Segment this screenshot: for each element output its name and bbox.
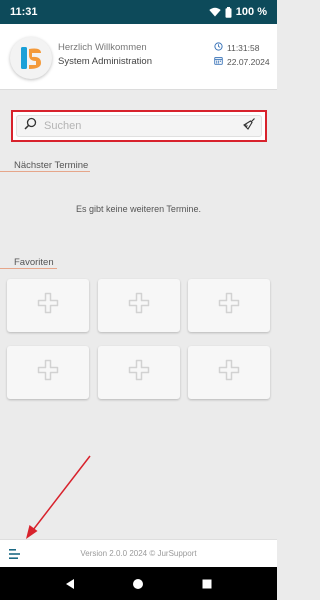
plus-icon — [36, 291, 60, 320]
status-time: 11:31 — [10, 6, 38, 18]
status-bar: 11:31 100 % — [0, 0, 277, 24]
search-bar — [16, 115, 262, 137]
appointments-divider — [0, 171, 90, 172]
favorite-tile[interactable] — [98, 279, 180, 332]
version-text: Version 2.0.0 2024 © JurSupport — [80, 549, 197, 558]
search-icon — [24, 117, 37, 135]
header: Herzlich Willkommen System Administratio… — [0, 24, 277, 90]
clock-icon — [214, 42, 223, 53]
date-row: 22.07.2024 — [214, 56, 270, 67]
user-name: System Administration — [58, 56, 152, 67]
battery-level: 100 % — [235, 6, 267, 18]
status-icons: 100 % — [209, 6, 267, 18]
footer: Version 2.0.0 2024 © JurSupport — [0, 539, 277, 567]
plus-icon — [217, 358, 241, 387]
calendar-icon — [214, 56, 223, 67]
app-logo — [10, 37, 52, 79]
favorite-tile[interactable] — [7, 279, 89, 332]
clock-row: 11:31:58 — [214, 42, 259, 53]
plus-icon — [127, 358, 151, 387]
battery-icon — [225, 6, 232, 18]
plus-icon — [217, 291, 241, 320]
back-icon[interactable] — [60, 574, 80, 594]
system-navbar — [0, 567, 277, 600]
recents-icon[interactable] — [197, 574, 217, 594]
favorite-tile[interactable] — [98, 346, 180, 399]
favorites-divider — [0, 268, 57, 269]
current-date: 22.07.2024 — [227, 56, 270, 67]
search-input[interactable] — [37, 120, 242, 132]
favorite-tile[interactable] — [7, 346, 89, 399]
wifi-icon — [209, 7, 221, 17]
plus-icon — [127, 291, 151, 320]
favorite-tile[interactable] — [188, 346, 270, 399]
search-highlight-box — [11, 110, 267, 142]
plus-icon — [36, 358, 60, 387]
welcome-text: Herzlich Willkommen — [58, 42, 147, 53]
broom-icon[interactable] — [242, 117, 256, 136]
appointments-empty-message: Es gibt keine weiteren Termine. — [76, 204, 201, 214]
favorite-tile[interactable] — [188, 279, 270, 332]
clock-time: 11:31:58 — [227, 42, 260, 53]
favorites-title: Favoriten — [14, 257, 54, 268]
home-icon[interactable] — [128, 574, 148, 594]
appointments-title: Nächster Termine — [14, 160, 89, 171]
